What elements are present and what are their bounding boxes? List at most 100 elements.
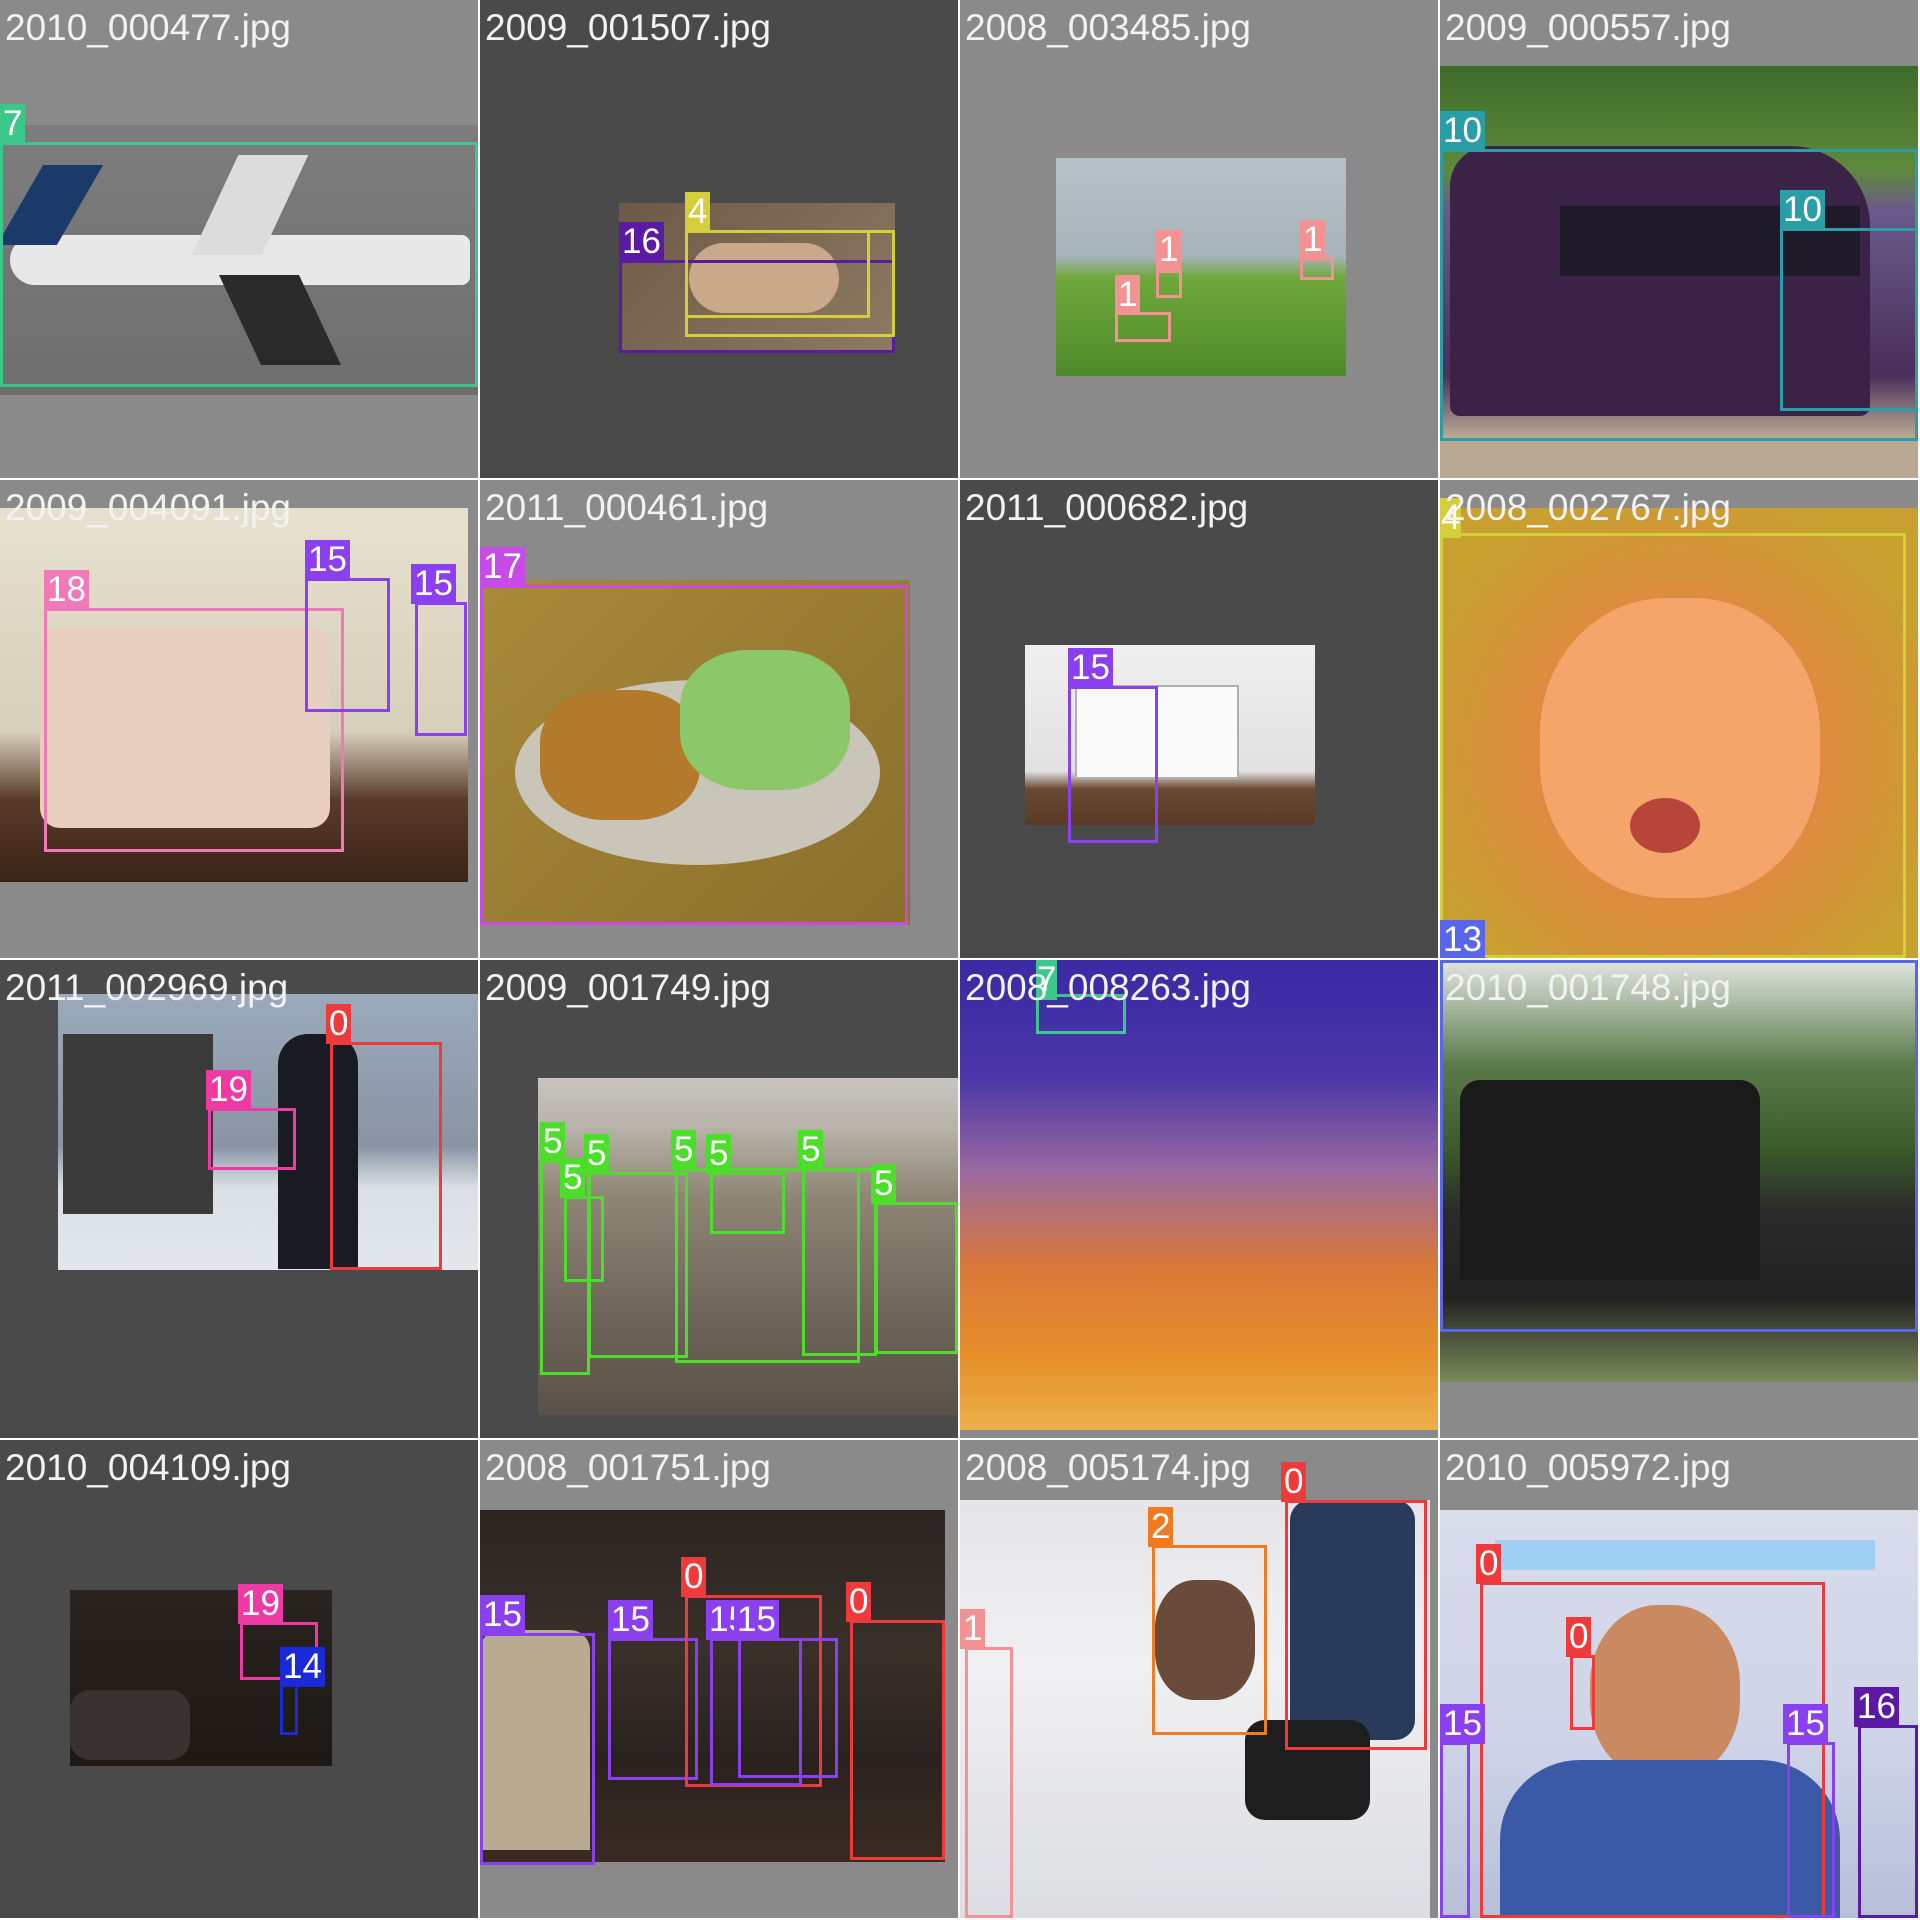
bbox-class-7 bbox=[0, 142, 478, 387]
bbox-label: 15 bbox=[480, 1595, 525, 1635]
bbox-class-1 bbox=[1300, 258, 1334, 280]
bbox-class-15 bbox=[738, 1638, 838, 1778]
tile-2011-002969[interactable]: 2011_002969.jpg 0 19 bbox=[0, 960, 478, 1438]
bbox-label: 10 bbox=[1440, 111, 1485, 151]
tile-filename: 2008_003485.jpg bbox=[965, 7, 1252, 48]
bbox-class-5 bbox=[588, 1172, 688, 1358]
bbox-label: 0 bbox=[846, 1582, 872, 1622]
bbox-label: 19 bbox=[238, 1584, 283, 1624]
bbox-label: 5 bbox=[560, 1158, 586, 1198]
tile-filename: 2011_002969.jpg bbox=[5, 967, 289, 1008]
bbox-label: 5 bbox=[706, 1134, 732, 1174]
tile-2008-002767[interactable]: 2008_002767.jpg 4 13 bbox=[1440, 480, 1918, 958]
bbox-class-15 bbox=[1440, 1742, 1470, 1918]
tile-2011-000682[interactable]: 2011_000682.jpg 15 bbox=[960, 480, 1438, 958]
bbox-class-5 bbox=[802, 1168, 877, 1356]
tile-2009-001507[interactable]: 2009_001507.jpg 16 4 bbox=[480, 0, 958, 478]
tile-filename: 2010_004109.jpg bbox=[5, 1447, 292, 1488]
bbox-class-15 bbox=[480, 1633, 595, 1865]
bbox-class-0 bbox=[1570, 1655, 1595, 1730]
bbox-label: 15 bbox=[734, 1600, 779, 1640]
bbox-label: 5 bbox=[584, 1134, 610, 1174]
bbox-class-1 bbox=[965, 1647, 1013, 1918]
bbox-class-1 bbox=[1156, 270, 1182, 298]
tile-filename: 2010_001748.jpg bbox=[1445, 967, 1732, 1008]
bbox-class-0 bbox=[850, 1620, 945, 1860]
bbox-label: 15 bbox=[411, 564, 456, 604]
bbox-label: 1 bbox=[960, 1609, 986, 1649]
mosaic-grid: 2010_000477.jpg 7 2009_001507.jpg 16 4 2… bbox=[0, 0, 1920, 1920]
bbox-label: 2 bbox=[1148, 1507, 1174, 1547]
tile-2011-000461[interactable]: 2011_000461.jpg 17 bbox=[480, 480, 958, 958]
bbox-class-5 bbox=[710, 1172, 785, 1234]
bbox-label: 16 bbox=[619, 222, 664, 262]
bbox-class-5 bbox=[875, 1202, 958, 1354]
bbox-label: 16 bbox=[1854, 1687, 1899, 1727]
tile-2010-001748[interactable]: 2010_001748.jpg bbox=[1440, 960, 1918, 1438]
bbox-label: 1 bbox=[1115, 275, 1141, 315]
bbox-class-18 bbox=[44, 608, 344, 852]
bbox-class-17 bbox=[480, 585, 908, 925]
tile-2009-004091[interactable]: 2009_004091.jpg 18 15 15 bbox=[0, 480, 478, 958]
bbox-class-0 bbox=[1285, 1500, 1427, 1750]
bbox-label: 0 bbox=[1566, 1617, 1592, 1657]
bbox-class-0 bbox=[330, 1042, 442, 1270]
tile-filename: 2008_008263.jpg bbox=[965, 967, 1252, 1008]
tile-filename: 2010_005972.jpg bbox=[1445, 1447, 1732, 1488]
bbox-label: 19 bbox=[206, 1070, 251, 1110]
tile-2010-004109[interactable]: 2010_004109.jpg 19 14 bbox=[0, 1440, 478, 1918]
tile-filename: 2009_001749.jpg bbox=[485, 967, 772, 1008]
bbox-label: 15 bbox=[1440, 1704, 1485, 1744]
tile-filename: 2008_005174.jpg bbox=[965, 1447, 1252, 1488]
bbox-class-2 bbox=[1152, 1545, 1267, 1735]
photo-sunset-sky-plane bbox=[960, 960, 1438, 1430]
bbox-label: 1 bbox=[1156, 230, 1182, 270]
bbox-label: 5 bbox=[671, 1130, 697, 1170]
bbox-class-1 bbox=[1115, 312, 1171, 342]
bbox-class-15 bbox=[1787, 1742, 1835, 1918]
bbox-class-4 bbox=[1440, 533, 1906, 958]
tile-2008-003485[interactable]: 2008_003485.jpg 1 1 1 bbox=[960, 0, 1438, 478]
bbox-label: 15 bbox=[305, 540, 350, 580]
tile-2010-000477[interactable]: 2010_000477.jpg 7 bbox=[0, 0, 478, 478]
bbox-class-10 bbox=[1780, 228, 1918, 411]
bbox-label: 7 bbox=[0, 104, 26, 144]
tile-filename: 2011_000461.jpg bbox=[485, 487, 769, 528]
bbox-label: 5 bbox=[540, 1122, 566, 1162]
bbox-label: 0 bbox=[681, 1557, 707, 1597]
tile-filename: 2008_001751.jpg bbox=[485, 1447, 772, 1488]
tile-filename: 2008_002767.jpg bbox=[1445, 487, 1732, 528]
bbox-class-15 bbox=[1068, 686, 1158, 843]
bbox-label: 10 bbox=[1780, 190, 1825, 230]
bbox-class-15 bbox=[415, 602, 467, 736]
tile-2008-001751[interactable]: 2008_001751.jpg 15 15 0 15 15 0 bbox=[480, 1440, 958, 1918]
bbox-class-13 bbox=[1440, 960, 1918, 1332]
bbox-class-15 bbox=[305, 578, 390, 712]
bbox-label: 4 bbox=[685, 192, 711, 232]
bbox-class-4 bbox=[685, 230, 870, 318]
bbox-label: 13 bbox=[1440, 920, 1485, 958]
tile-2009-000557[interactable]: 2009_000557.jpg 10 10 bbox=[1440, 0, 1918, 478]
tile-2010-005972[interactable]: 2010_005972.jpg 0 0 15 15 16 bbox=[1440, 1440, 1918, 1918]
bbox-label: 14 bbox=[280, 1647, 325, 1687]
tile-filename: 2010_000477.jpg bbox=[5, 7, 292, 48]
tile-filename: 2009_004091.jpg bbox=[5, 487, 292, 528]
tile-2008-005174[interactable]: 2008_005174.jpg 0 2 1 bbox=[960, 1440, 1438, 1918]
bbox-label: 5 bbox=[798, 1130, 824, 1170]
tile-filename: 2009_000557.jpg bbox=[1445, 2, 1732, 54]
bbox-label: 0 bbox=[326, 1004, 352, 1044]
tile-2008-008263[interactable]: 2008_008263.jpg 7 bbox=[960, 960, 1438, 1438]
bbox-label: 17 bbox=[480, 547, 525, 587]
bbox-label: 15 bbox=[1783, 1704, 1828, 1744]
bbox-label: 1 bbox=[1300, 220, 1326, 260]
tile-2009-001749[interactable]: 2009_001749.jpg 5 5 5 5 5 5 5 bbox=[480, 960, 958, 1438]
bbox-label: 15 bbox=[608, 1600, 653, 1640]
bbox-label: 15 bbox=[1068, 648, 1113, 688]
bbox-class-16 bbox=[1858, 1725, 1918, 1918]
bbox-class-0 bbox=[1480, 1582, 1825, 1918]
bbox-label: 5 bbox=[871, 1164, 897, 1204]
bbox-class-19 bbox=[208, 1108, 296, 1170]
tile-filename: 2011_000682.jpg bbox=[965, 487, 1249, 528]
bbox-label: 0 bbox=[1281, 1462, 1307, 1502]
tile-filename: 2009_001507.jpg bbox=[485, 7, 772, 48]
